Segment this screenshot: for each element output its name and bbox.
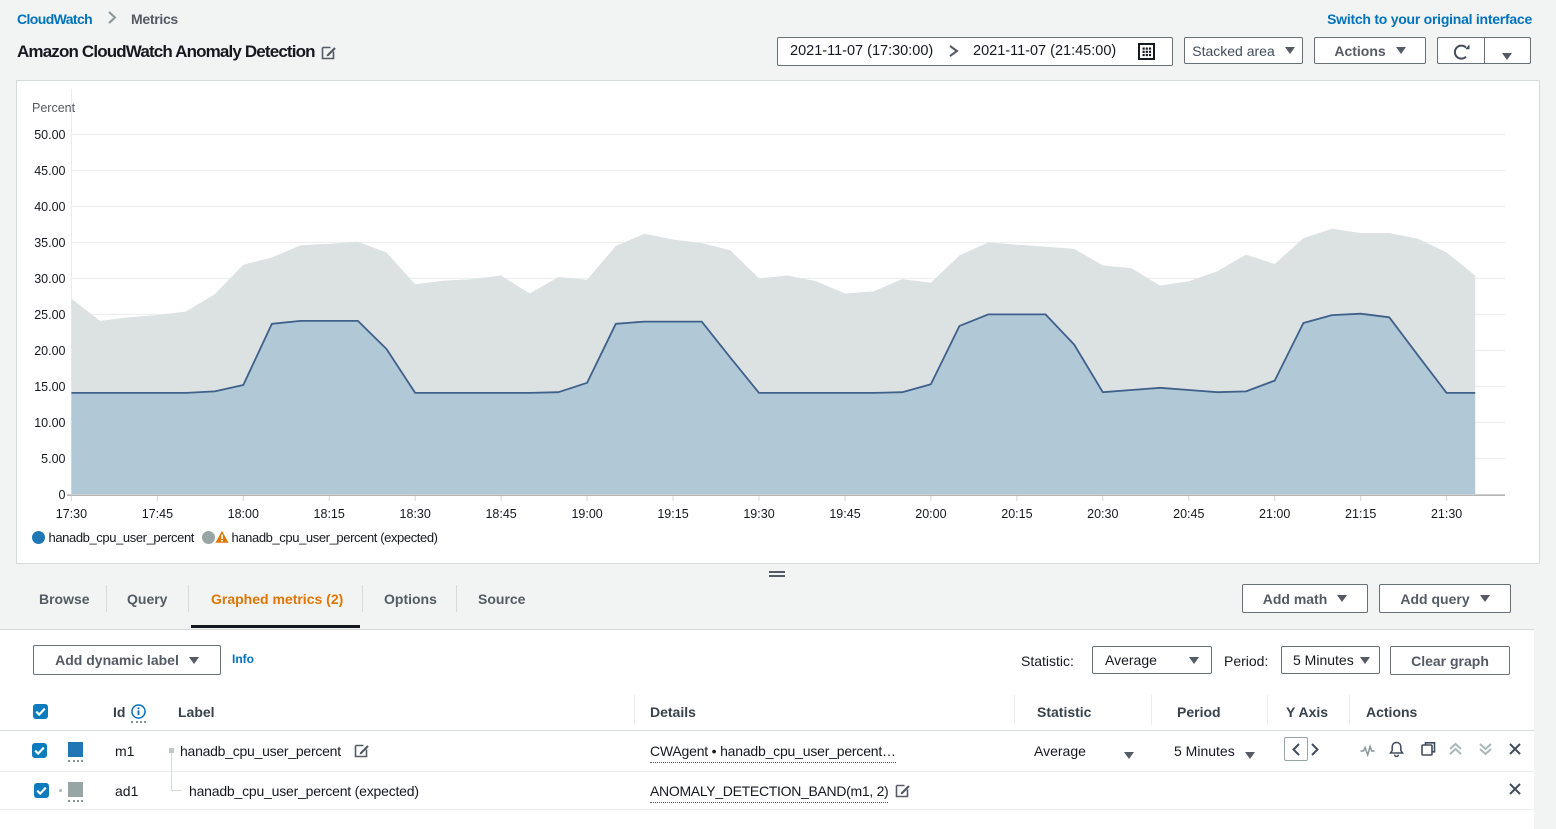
svg-text:18:30: 18:30 — [400, 507, 431, 521]
svg-text:21:30: 21:30 — [1431, 507, 1462, 521]
svg-text:50.00: 50.00 — [34, 128, 65, 142]
svg-text:18:15: 18:15 — [314, 507, 345, 521]
svg-text:19:15: 19:15 — [657, 507, 688, 521]
svg-text:20:15: 20:15 — [1001, 507, 1032, 521]
svg-text:Percent: Percent — [32, 101, 76, 115]
svg-text:20:45: 20:45 — [1173, 507, 1204, 521]
svg-text:21:15: 21:15 — [1345, 507, 1376, 521]
svg-text:25.00: 25.00 — [34, 308, 65, 322]
svg-text:10.00: 10.00 — [34, 416, 65, 430]
svg-text:40.00: 40.00 — [34, 200, 65, 214]
svg-text:45.00: 45.00 — [34, 164, 65, 178]
svg-text:17:45: 17:45 — [142, 507, 173, 521]
svg-text:17:30: 17:30 — [56, 507, 87, 521]
svg-text:0: 0 — [59, 488, 66, 502]
svg-text:20:00: 20:00 — [915, 507, 946, 521]
svg-text:19:45: 19:45 — [829, 507, 860, 521]
svg-text:21:00: 21:00 — [1259, 507, 1290, 521]
svg-text:19:30: 19:30 — [743, 507, 774, 521]
svg-text:19:00: 19:00 — [571, 507, 602, 521]
svg-text:5.00: 5.00 — [41, 452, 65, 466]
svg-text:18:00: 18:00 — [228, 507, 259, 521]
svg-text:20:30: 20:30 — [1087, 507, 1118, 521]
svg-text:35.00: 35.00 — [34, 236, 65, 250]
svg-text:15.00: 15.00 — [34, 380, 65, 394]
svg-text:18:45: 18:45 — [485, 507, 516, 521]
svg-text:20.00: 20.00 — [34, 344, 65, 358]
svg-text:30.00: 30.00 — [34, 272, 65, 286]
